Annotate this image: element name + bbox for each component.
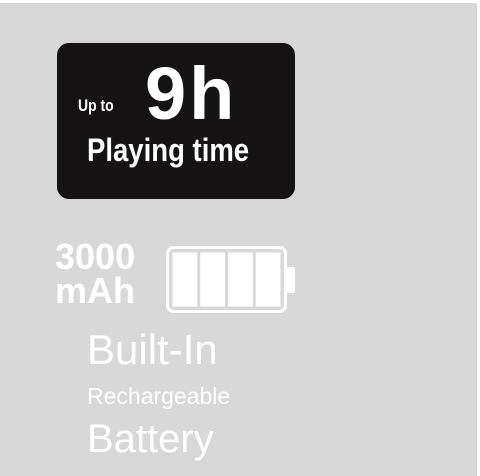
up-to-label: Up to: [78, 96, 114, 115]
battery-segment: [228, 252, 253, 307]
battery-charge-segments: [172, 252, 281, 307]
battery-label: Battery: [87, 417, 214, 461]
battery-terminal: [287, 267, 295, 293]
battery-segment: [255, 252, 281, 307]
battery-info-panel: Up to 9h Playing time 3000 mAh Built-In …: [0, 3, 477, 476]
built-in-label: Built-In: [87, 326, 218, 373]
rechargeable-label: Rechargeable: [87, 383, 231, 409]
battery-segment: [172, 252, 198, 307]
capacity-value: 3000: [55, 236, 136, 277]
battery-full-icon: [166, 246, 295, 313]
capacity-unit: mAh: [55, 270, 135, 311]
playing-time-badge: Up to 9h Playing time: [57, 43, 295, 199]
battery-capacity: 3000 mAh: [55, 236, 136, 311]
battery-segment: [200, 252, 225, 307]
playing-hours-value: 9h: [145, 52, 238, 135]
playing-time-caption: Playing time: [87, 132, 250, 168]
